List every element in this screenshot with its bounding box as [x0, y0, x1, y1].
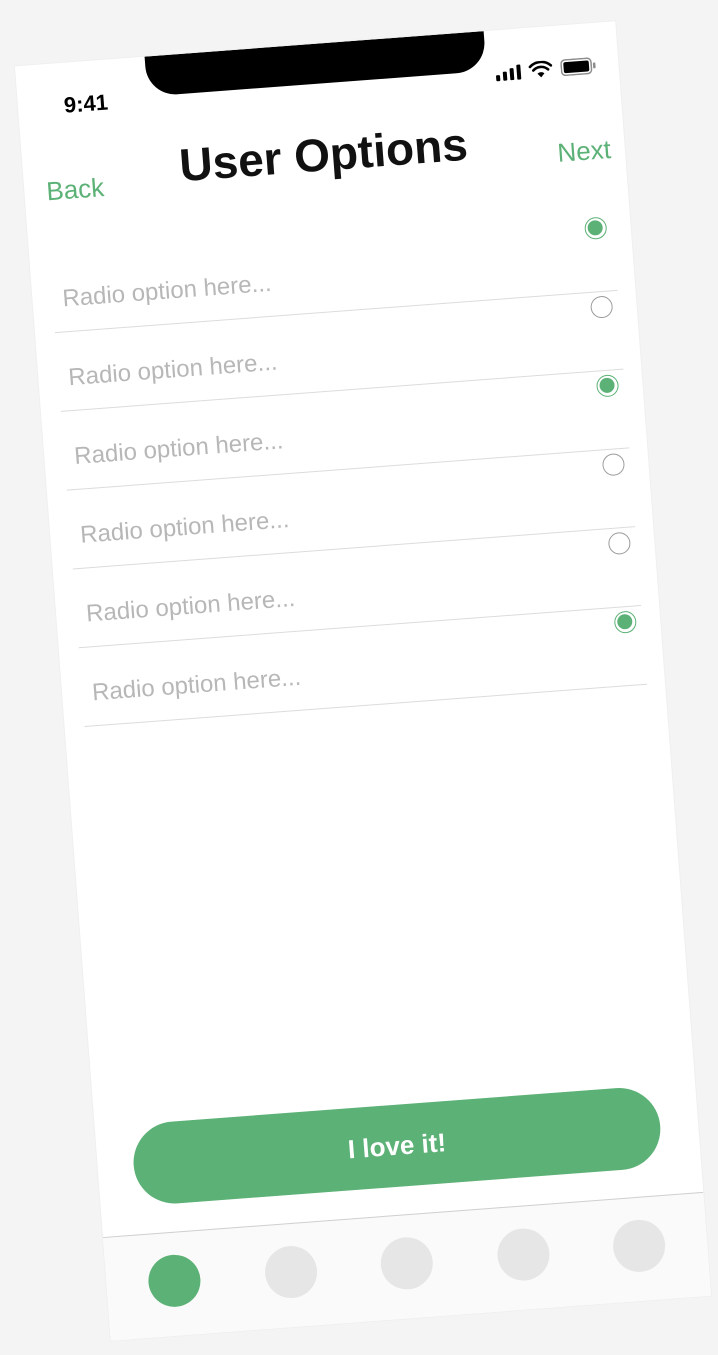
radio-option-list: Radio option here... Radio option here..… — [49, 212, 648, 727]
radio-button[interactable] — [595, 374, 620, 398]
wifi-icon — [528, 60, 553, 79]
radio-option-label: Radio option here... — [73, 427, 285, 470]
next-button[interactable]: Next — [556, 134, 612, 169]
battery-icon — [560, 57, 597, 77]
signal-icon — [495, 63, 522, 81]
tab-1[interactable] — [146, 1252, 203, 1309]
radio-button[interactable] — [613, 610, 638, 634]
radio-option-label: Radio option here... — [61, 269, 273, 313]
home-indicator[interactable] — [310, 1312, 527, 1336]
tab-bar — [102, 1191, 712, 1341]
status-time: 9:41 — [63, 89, 109, 118]
radio-option-label: Radio option here... — [85, 584, 297, 628]
phone-screen: 9:41 Back User Options Next Radio option… — [14, 21, 712, 1341]
radio-button[interactable] — [607, 531, 632, 556]
radio-option-label: Radio option here... — [91, 663, 303, 707]
tab-2[interactable] — [262, 1244, 319, 1300]
radio-option-label: Radio option here... — [79, 506, 291, 549]
device-notch — [144, 31, 487, 97]
status-icons — [495, 57, 597, 82]
radio-button[interactable] — [583, 216, 608, 241]
radio-option-label: Radio option here... — [67, 348, 279, 392]
radio-button[interactable] — [589, 295, 614, 319]
page-title: User Options — [177, 117, 470, 192]
tab-4[interactable] — [495, 1226, 551, 1283]
tab-5[interactable] — [611, 1218, 668, 1274]
i-love-it-button[interactable]: I love it! — [130, 1085, 664, 1207]
tab-bar-items — [146, 1218, 668, 1309]
radio-button[interactable] — [601, 452, 626, 477]
tab-3[interactable] — [378, 1235, 435, 1292]
